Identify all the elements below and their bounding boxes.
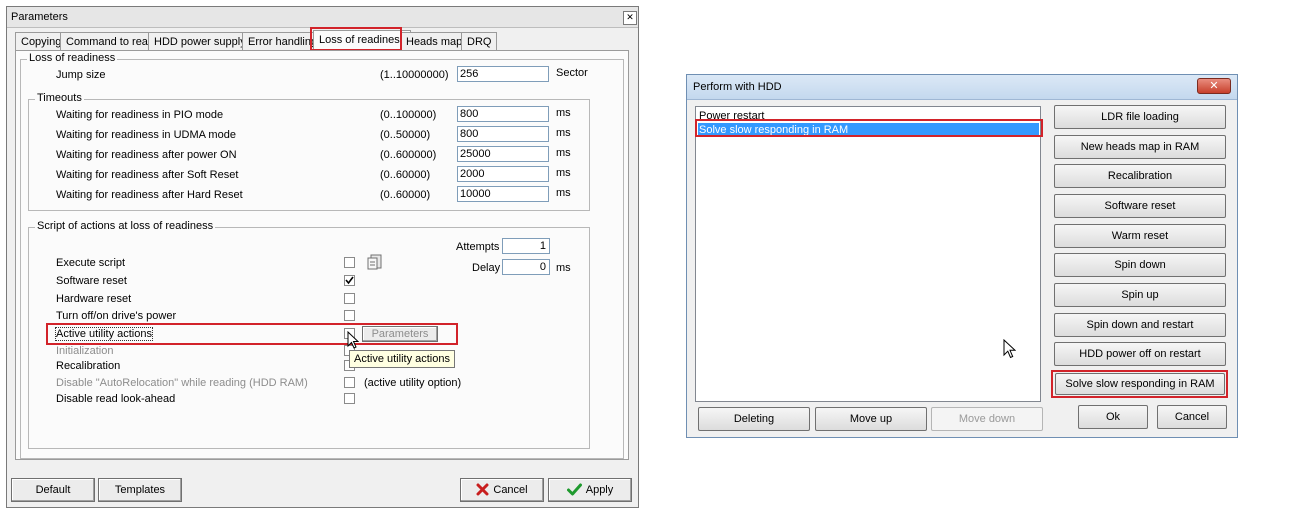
turn-off-on-power-checkbox[interactable] <box>344 310 355 321</box>
timeout-range-pio: (0..100000) <box>380 109 437 121</box>
timeout-label-udma: Waiting for readiness in UDMA mode <box>56 129 236 141</box>
hdd-titlebar: Perform with HDD <box>687 75 1237 100</box>
check-mark-icon <box>345 276 354 285</box>
software-reset-checkbox[interactable] <box>344 275 355 286</box>
script-item-label-recalibration: Recalibration <box>56 360 121 372</box>
delay-unit: ms <box>556 262 571 274</box>
cancel-button[interactable]: Cancel <box>1157 405 1227 429</box>
new-heads-map-button[interactable]: New heads map in RAM <box>1054 135 1226 159</box>
spin-down-restart-button[interactable]: Spin down and restart <box>1054 313 1226 337</box>
solve-slow-highlight-box <box>1051 370 1228 398</box>
timeout-unit-power-on: ms <box>556 147 571 159</box>
script-file-icon[interactable] <box>367 254 385 271</box>
parameters-window: Parameters ✕ Copying Command to read HDD… <box>6 6 639 508</box>
script-group-title: Script of actions at loss of readiness <box>35 220 216 232</box>
move-up-button[interactable]: Move up <box>815 407 927 431</box>
deleting-button[interactable]: Deleting <box>698 407 810 431</box>
hdd-actions-list[interactable]: Power restart Solve slow responding in R… <box>695 106 1041 402</box>
delay-label: Delay <box>472 262 501 274</box>
script-item-label-disable-autorelocation: Disable "AutoRelocation" while reading (… <box>56 377 308 389</box>
software-reset-button[interactable]: Software reset <box>1054 194 1226 218</box>
tab-highlight-box <box>310 27 402 51</box>
hdd-power-off-restart-button[interactable]: HDD power off on restart <box>1054 342 1226 366</box>
ok-button[interactable]: Ok <box>1078 405 1148 429</box>
timeout-input-udma[interactable]: 800 <box>457 126 549 142</box>
parameters-titlebar: Parameters <box>7 7 638 28</box>
script-item-label-disable-lookahead: Disable read look-ahead <box>56 393 176 405</box>
timeout-range-hard-reset: (0..60000) <box>380 189 431 201</box>
cancel-button-label: Cancel <box>493 484 528 496</box>
cancel-button[interactable]: Cancel <box>460 478 544 502</box>
close-icon[interactable]: ✕ <box>1197 78 1231 94</box>
timeout-label-power-on: Waiting for readiness after power ON <box>56 149 237 161</box>
script-item-label-turn-off-on: Turn off/on drive's power <box>56 310 177 322</box>
delay-input[interactable]: 0 <box>502 259 550 275</box>
perform-with-hdd-window: Perform with HDD ✕ Power restart Solve s… <box>686 74 1238 438</box>
disable-lookahead-checkbox[interactable] <box>344 393 355 404</box>
disable-autorelocation-checkbox[interactable] <box>344 377 355 388</box>
timeout-unit-hard-reset: ms <box>556 187 571 199</box>
templates-button[interactable]: Templates <box>98 478 182 502</box>
parameters-title: Parameters <box>11 11 68 23</box>
timeout-input-pio[interactable]: 800 <box>457 106 549 122</box>
script-item-label-execute: Execute script <box>56 257 126 269</box>
tab-hdd-power-supply[interactable]: HDD power supply <box>148 32 252 51</box>
timeout-label-pio: Waiting for readiness in PIO mode <box>56 109 224 121</box>
timeout-input-power-on[interactable]: 25000 <box>457 146 549 162</box>
attempts-input[interactable]: 1 <box>502 238 550 254</box>
script-item-label-hardware-reset: Hardware reset <box>56 293 132 305</box>
apply-button-label: Apply <box>585 484 614 496</box>
cursor-arrow-icon <box>347 331 359 349</box>
execute-script-checkbox[interactable] <box>344 257 355 268</box>
timeout-unit-pio: ms <box>556 107 571 119</box>
timeout-range-power-on: (0..600000) <box>380 149 437 161</box>
script-item-label-initialization: Initialization <box>56 345 114 357</box>
loss-of-readiness-panel: Loss of readiness Jump size (1..10000000… <box>15 50 629 460</box>
apply-check-icon <box>566 483 582 496</box>
loss-group-title: Loss of readiness <box>27 52 118 64</box>
tab-command-to-read[interactable]: Command to read <box>60 32 161 51</box>
active-utility-option-note: (active utility option) <box>364 377 462 389</box>
hdd-window-title: Perform with HDD <box>693 81 782 93</box>
tab-drq[interactable]: DRQ <box>461 32 498 51</box>
close-icon[interactable]: ✕ <box>623 11 637 25</box>
jump-size-unit: Sector <box>556 67 588 79</box>
warm-reset-button[interactable]: Warm reset <box>1054 224 1226 248</box>
script-item-label-software-reset: Software reset <box>56 275 127 287</box>
timeout-input-soft-reset[interactable]: 2000 <box>457 166 549 182</box>
timeout-label-soft-reset: Waiting for readiness after Soft Reset <box>56 169 239 181</box>
jump-size-label: Jump size <box>56 69 106 81</box>
timeouts-title: Timeouts <box>35 92 84 104</box>
recalibration-button[interactable]: Recalibration <box>1054 164 1226 188</box>
ldr-file-loading-button[interactable]: LDR file loading <box>1054 105 1226 129</box>
timeout-range-udma: (0..50000) <box>380 129 431 141</box>
timeout-label-hard-reset: Waiting for readiness after Hard Reset <box>56 189 243 201</box>
timeout-unit-soft-reset: ms <box>556 167 571 179</box>
spin-up-button[interactable]: Spin up <box>1054 283 1226 307</box>
timeout-input-hard-reset[interactable]: 10000 <box>457 186 549 202</box>
tooltip: Active utility actions <box>349 350 455 368</box>
cancel-x-icon <box>476 483 489 496</box>
cursor-arrow-icon <box>1003 339 1016 359</box>
hardware-reset-checkbox[interactable] <box>344 293 355 304</box>
spin-down-button[interactable]: Spin down <box>1054 253 1226 277</box>
tab-heads-map[interactable]: Heads map <box>400 32 469 51</box>
move-down-button[interactable]: Move down <box>931 407 1043 431</box>
list-item-highlight-box <box>695 119 1043 137</box>
timeout-unit-udma: ms <box>556 127 571 139</box>
attempts-label: Attempts <box>456 241 500 253</box>
default-button[interactable]: Default <box>11 478 95 502</box>
apply-button[interactable]: Apply <box>548 478 632 502</box>
jump-size-input[interactable]: 256 <box>457 66 549 82</box>
timeout-range-soft-reset: (0..60000) <box>380 169 431 181</box>
active-utility-highlight-box <box>46 323 458 345</box>
jump-size-range: (1..10000000) <box>380 69 449 81</box>
